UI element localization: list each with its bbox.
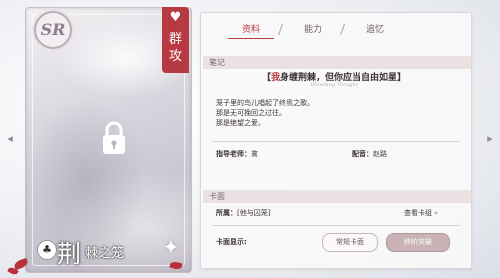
tab-divider [339,24,346,35]
voice-value: 赵路 [373,150,387,158]
normal-face-button[interactable]: 常规卡面 [322,233,378,252]
story-line: 那是无可挽回之过往。 [216,109,286,117]
story-line: 那是绝望之爱。 [216,119,265,127]
tab-bar: 资料 能力 追忆 [200,22,470,39]
section-divider [212,225,460,226]
prev-arrow-icon[interactable]: ◂ [4,133,16,145]
class-label: 群攻 [168,32,182,64]
quote-subtitle: Drowning Thought [310,82,358,88]
belong-label: 所属： [216,209,237,217]
face-header: 卡面 [203,190,471,203]
lock-icon [103,121,125,154]
card-name-first: 荆 [57,240,81,268]
tab-ability[interactable]: 能力 [290,22,336,38]
class-tag: ♥ 群攻 [162,7,189,73]
section-divider [212,141,460,142]
next-arrow-icon[interactable]: ▸ [484,133,496,145]
tab-memory[interactable]: 追忆 [352,22,398,38]
tab-divider [277,24,284,35]
mentor-info: 指导老师：禽 [216,149,258,159]
view-group-label: 查看卡组 [404,209,432,217]
view-group-link[interactable]: 查看卡组» [404,208,438,218]
voice-label: 配音： [352,150,373,158]
card-type-icon: ♣ [37,240,57,260]
display-label: 卡面显示: [216,238,247,246]
voice-info: 配音：赵路 [352,149,387,159]
rarity-badge: SR [34,11,72,49]
card-name-rest: 棘之笼 [85,246,125,261]
belong-info: 所属：[他与囚笼] [216,208,270,218]
tab-profile[interactable]: 资料 [228,22,274,39]
belong-value: [他与囚笼] [237,209,271,217]
mentor-value: 禽 [251,150,258,158]
heart-icon: ♥ [169,10,182,25]
mentor-label: 指导老师： [216,150,251,158]
double-chevron-right-icon: » [434,209,439,217]
story-line: 笼子里的鸟儿唱起了终焉之歌。 [216,99,314,107]
notes-header: 笔记 [203,56,471,69]
story-text: 笼子里的鸟儿唱起了终焉之歌。 那是无可挽回之过往。 那是绝望之爱。 [216,98,446,128]
sparkle-icon: ✦ [162,235,180,259]
evolve-face-button[interactable]: 终阶突破 [386,233,450,252]
